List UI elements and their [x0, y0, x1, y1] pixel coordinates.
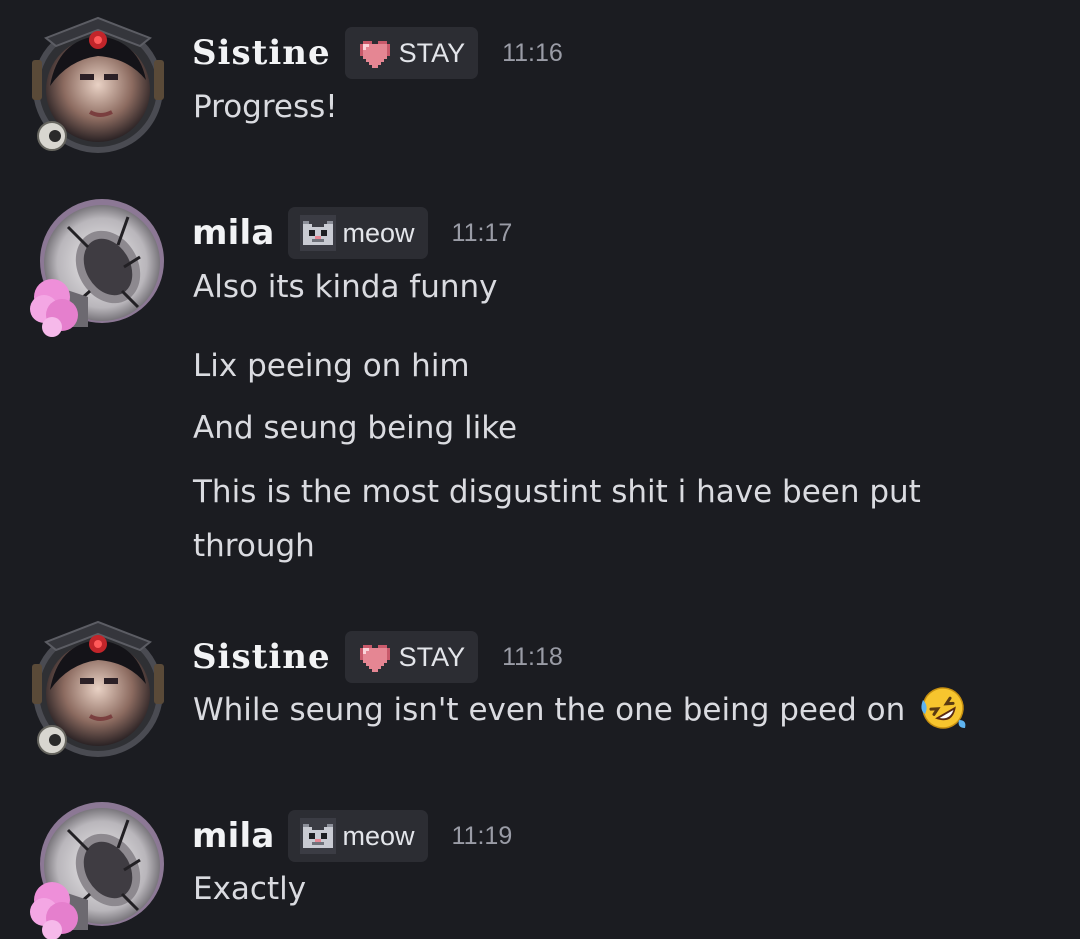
rolling-on-floor-laughing-emoji[interactable] [919, 684, 967, 749]
pixel-cat-icon [300, 215, 337, 251]
avatar-mila-icon [30, 199, 164, 337]
guild-tag-label: STAY [398, 641, 466, 672]
avatar-sistine-icon [32, 620, 164, 757]
chat-message-list: Sistine STAY 11:16 Progress! mila meow 1… [0, 0, 1080, 939]
message-text: Progress! [193, 89, 338, 125]
guild-tag[interactable]: STAY [344, 631, 479, 683]
message-header: Sistine STAY 11:16 [192, 27, 563, 79]
timestamp[interactable]: 11:17 [452, 219, 513, 248]
laughing-emoji-icon [921, 687, 966, 729]
pixel-heart-icon [359, 41, 390, 68]
message-header: Sistine STAY 11:18 [192, 631, 563, 683]
timestamp[interactable]: 11:19 [452, 822, 513, 851]
username[interactable]: mila [192, 816, 274, 856]
username[interactable]: Sistine [192, 33, 331, 73]
message-text: through [193, 528, 315, 564]
avatar-sistine-icon [32, 16, 164, 153]
avatar[interactable] [28, 800, 168, 939]
guild-tag[interactable]: meow [288, 207, 428, 259]
message-text: This is the most disgustint shit i have … [193, 474, 921, 510]
message-text: Exactly [193, 871, 307, 907]
message-text: And seung being like [193, 410, 518, 446]
avatar[interactable] [28, 16, 168, 156]
message-text-content: While seung isn't even the one being pee… [193, 692, 906, 728]
username[interactable]: mila [192, 213, 274, 253]
message-text: While seung isn't even the one being pee… [193, 683, 967, 749]
message-header: mila meow 11:19 [192, 810, 513, 862]
guild-tag[interactable]: STAY [344, 27, 479, 79]
message-text: Lix peeing on him [193, 348, 470, 384]
guild-tag-label: meow [342, 820, 415, 851]
avatar[interactable] [28, 620, 168, 760]
guild-tag-label: STAY [398, 37, 466, 68]
guild-tag[interactable]: meow [288, 810, 428, 862]
avatar[interactable] [28, 197, 168, 337]
message-header: mila meow 11:17 [192, 207, 513, 259]
timestamp[interactable]: 11:18 [502, 643, 563, 672]
avatar-mila-icon [30, 802, 164, 939]
message-text: Also its kinda funny [193, 269, 498, 305]
timestamp[interactable]: 11:16 [502, 39, 563, 68]
username[interactable]: Sistine [192, 637, 331, 677]
guild-tag-label: meow [342, 217, 415, 248]
pixel-cat-icon [300, 818, 337, 854]
pixel-heart-icon [359, 645, 390, 672]
